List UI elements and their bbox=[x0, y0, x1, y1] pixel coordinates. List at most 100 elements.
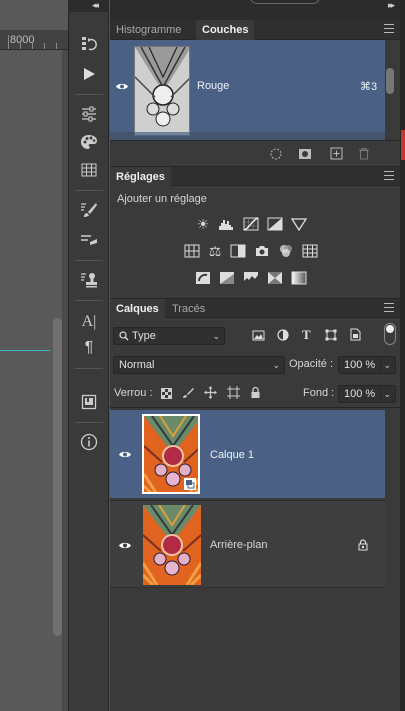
channels-tabbar: Histogramme Couches bbox=[110, 20, 400, 40]
layer-thumbnail bbox=[142, 414, 200, 494]
layer-lock-icon[interactable] bbox=[358, 539, 368, 551]
exposure-icon[interactable] bbox=[267, 217, 283, 231]
vertical-scrollbar[interactable] bbox=[53, 318, 62, 636]
layer-name[interactable]: Calque 1 bbox=[210, 449, 254, 461]
horizontal-ruler: 8000 bbox=[0, 30, 68, 50]
color-balance-icon[interactable]: ⚖ bbox=[207, 244, 223, 258]
lock-all-icon[interactable] bbox=[250, 386, 261, 399]
new-channel-icon[interactable] bbox=[330, 147, 343, 160]
channel-row-red[interactable]: Rouge ⌘3 bbox=[110, 40, 385, 136]
blend-mode-select[interactable]: Normal ⌄ bbox=[113, 356, 285, 374]
lock-image-pixels-icon[interactable] bbox=[182, 387, 194, 399]
visibility-eye-icon[interactable] bbox=[118, 450, 132, 459]
layer-thumbnail bbox=[143, 505, 201, 585]
guide-line[interactable] bbox=[0, 350, 50, 351]
channel-thumbnail bbox=[134, 46, 190, 136]
layer-filter-value: Type bbox=[132, 330, 156, 342]
blend-mode-value: Normal bbox=[119, 359, 155, 371]
chevron-down-icon: ⌄ bbox=[212, 331, 220, 341]
color-palette-icon[interactable] bbox=[79, 132, 99, 152]
layers-tabbar: Calques Tracés bbox=[110, 298, 400, 319]
paragraph-icon[interactable]: ¶ bbox=[79, 338, 99, 358]
adjustments-hint: Ajouter un réglage bbox=[117, 193, 207, 205]
levels-icon[interactable] bbox=[218, 217, 234, 231]
panel-icon-strip: A| ¶ bbox=[68, 12, 109, 711]
filter-type-icon[interactable]: T bbox=[302, 327, 311, 343]
channel-row-next[interactable] bbox=[110, 132, 385, 140]
filter-shape-icon[interactable] bbox=[325, 329, 337, 341]
properties-sliders-icon[interactable] bbox=[79, 104, 99, 124]
threshold-icon[interactable] bbox=[243, 271, 259, 285]
brightness-contrast-icon[interactable]: ☀ bbox=[195, 217, 211, 231]
gradient-map-icon[interactable] bbox=[291, 271, 307, 285]
channel-shortcut: ⌘3 bbox=[360, 81, 378, 93]
tab-channels[interactable]: Couches bbox=[196, 20, 255, 40]
top-workspace-button[interactable] bbox=[250, 0, 320, 4]
lock-artboard-icon[interactable] bbox=[227, 386, 240, 399]
channel-name: Rouge bbox=[197, 80, 230, 92]
layer-row-background[interactable]: Arrière-plan bbox=[110, 500, 385, 588]
lock-position-icon[interactable] bbox=[204, 386, 217, 399]
delete-channel-icon[interactable] bbox=[358, 147, 370, 160]
channels-scrollbar[interactable] bbox=[386, 68, 394, 94]
save-mask-icon[interactable] bbox=[298, 148, 312, 160]
chevron-down-icon: ⌄ bbox=[272, 360, 280, 370]
visibility-eye-icon[interactable] bbox=[115, 82, 129, 91]
toolstrip-header: ◂◂ bbox=[68, 0, 109, 12]
tab-paths[interactable]: Tracés bbox=[166, 299, 211, 319]
history-icon[interactable] bbox=[79, 34, 99, 54]
lock-label: Verrou : bbox=[114, 387, 153, 399]
selective-color-icon[interactable] bbox=[267, 271, 283, 285]
glyphs-icon[interactable] bbox=[79, 392, 99, 412]
layer-row-calque-1[interactable]: Calque 1 bbox=[110, 410, 385, 498]
black-white-icon[interactable] bbox=[230, 244, 246, 258]
filter-pixel-icon[interactable] bbox=[252, 330, 265, 341]
chevron-down-icon: ⌄ bbox=[380, 386, 391, 402]
layer-filter-select[interactable]: Type ⌄ bbox=[113, 327, 225, 345]
brush-settings-icon[interactable] bbox=[79, 200, 99, 220]
smart-object-badge-icon bbox=[184, 478, 196, 490]
panel-menu-icon[interactable] bbox=[384, 24, 394, 33]
collapse-icon[interactable]: ◂◂ bbox=[92, 0, 99, 11]
tab-layers[interactable]: Calques bbox=[110, 299, 165, 319]
opacity-label: Opacité : bbox=[289, 358, 334, 370]
curves-icon[interactable] bbox=[243, 217, 259, 231]
panel-menu-icon[interactable] bbox=[384, 171, 394, 180]
tab-adjustments[interactable]: Réglages bbox=[110, 167, 171, 187]
load-selection-icon[interactable] bbox=[270, 148, 282, 160]
fill-label: Fond : bbox=[303, 387, 335, 399]
channels-footer bbox=[110, 140, 400, 166]
brushes-icon[interactable] bbox=[79, 230, 99, 250]
character-icon[interactable]: A| bbox=[79, 312, 99, 332]
hue-saturation-icon[interactable] bbox=[184, 244, 200, 258]
fill-input[interactable]: 100 % ⌄ bbox=[338, 385, 396, 403]
layer-name[interactable]: Arrière-plan bbox=[210, 539, 267, 551]
tab-histogram[interactable]: Histogramme bbox=[110, 20, 187, 40]
layers-divider bbox=[110, 407, 400, 408]
actions-play-icon[interactable] bbox=[79, 64, 99, 84]
posterize-icon[interactable] bbox=[219, 271, 235, 285]
layers-empty-area bbox=[110, 590, 400, 711]
panel-menu-icon[interactable] bbox=[384, 303, 394, 312]
vibrance-icon[interactable] bbox=[290, 217, 308, 232]
filter-toggle-switch[interactable] bbox=[384, 323, 396, 345]
opacity-input[interactable]: 100 % ⌄ bbox=[338, 356, 396, 374]
lock-transparent-pixels-icon[interactable] bbox=[161, 388, 172, 399]
filter-smart-object-icon[interactable] bbox=[350, 328, 361, 341]
swatches-grid-icon[interactable] bbox=[79, 160, 99, 180]
expand-icon[interactable]: ▸▸ bbox=[388, 0, 395, 11]
color-lookup-icon[interactable] bbox=[302, 244, 318, 258]
filter-adjustment-icon[interactable] bbox=[277, 329, 289, 341]
invert-icon[interactable] bbox=[195, 271, 211, 285]
visibility-eye-icon[interactable] bbox=[118, 541, 132, 550]
channel-mixer-icon[interactable] bbox=[278, 244, 294, 258]
edge-red-marker bbox=[401, 130, 405, 160]
opacity-value: 100 % bbox=[344, 359, 376, 371]
adjustments-tabbar: Réglages bbox=[110, 166, 400, 187]
info-icon[interactable] bbox=[79, 432, 99, 452]
ruler-value: 8000 bbox=[10, 34, 35, 46]
photo-filter-icon[interactable] bbox=[254, 244, 270, 258]
chevron-down-icon: ⌄ bbox=[380, 357, 391, 373]
clone-source-icon[interactable] bbox=[79, 270, 99, 290]
fill-value: 100 % bbox=[344, 388, 376, 400]
